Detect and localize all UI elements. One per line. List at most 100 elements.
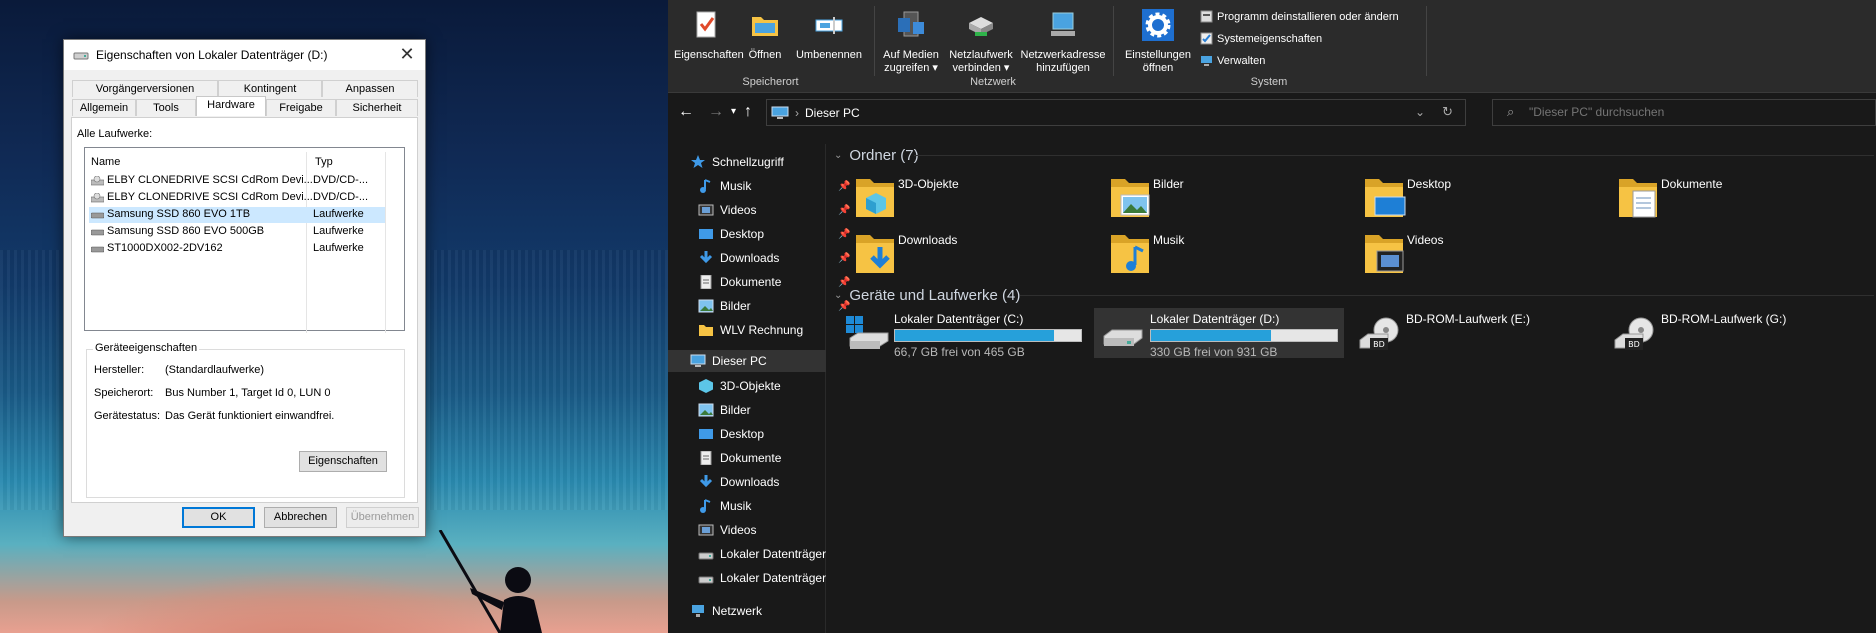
bd-rom-icon: BD [1614,317,1654,350]
nav-pc-downloads[interactable]: Downloads [698,471,779,493]
checkmark-icon [1200,32,1213,45]
column-separator[interactable] [385,152,386,333]
nav-quick-videos[interactable]: Videos 📌 [698,199,850,221]
drive-icon [698,576,714,584]
nav-pc-desktop[interactable]: Desktop [698,423,764,445]
open-button[interactable]: Öffnen [743,9,787,62]
recent-dropdown-icon[interactable]: ▾ [731,106,736,117]
address-path: Dieser PC [805,105,860,120]
open-folder-icon [752,17,778,36]
manage-button[interactable]: Verwalten [1200,54,1265,67]
folder-documents[interactable]: Dokumente [1615,173,1835,225]
drive-d[interactable]: Lokaler Datenträger (D:) 330 GB frei von… [1094,308,1344,359]
drive-icon [1103,329,1143,346]
list-header: Name Typ [85,152,386,333]
system-properties-button[interactable]: Systemeigenschaften [1200,32,1322,45]
apply-button[interactable]: Übernehmen [346,507,419,528]
tab-hardware[interactable]: Hardware [196,96,266,116]
folder-music[interactable]: Musik [1107,229,1327,281]
drive-list[interactable]: Name Typ ELBY CLONEDRIVE SCSI CdRom Devi… [84,147,405,333]
nav-quick-downloads[interactable]: Downloads 📌 [698,247,850,269]
status-value: Das Gerät funktioniert einwandfrei. [165,410,335,422]
refresh-icon[interactable]: ↻ [1442,104,1453,120]
this-pc-icon [690,354,706,367]
folder-3d-objects[interactable]: 3D-Objekte [852,173,1072,225]
bd-rom-icon: BD [1359,317,1399,350]
tab-customize[interactable]: Anpassen [322,80,418,97]
tab-security[interactable]: Sicherheit [336,99,418,116]
chevron-down-icon[interactable]: ⌄ [834,290,842,301]
nav-quick-desktop[interactable]: Desktop 📌 [698,223,850,245]
add-network-location-button[interactable]: Netzwerkadresse hinzufügen [1018,9,1108,75]
music-icon [700,499,711,513]
nav-pc-pictures[interactable]: Bilder [698,399,751,421]
media-access-button[interactable]: Auf Medien zugreifen ▾ [878,9,944,75]
drive-row-selected[interactable]: Samsung SSD 860 EVO 1TB Laufwerke [89,207,385,223]
column-name[interactable]: Name [91,156,120,168]
drive-row[interactable]: ELBY CLONEDRIVE SCSI CdRom Devi... DVD/C… [89,173,385,189]
tab-general[interactable]: Allgemein [72,99,136,116]
tab-previous-versions[interactable]: Vorgängerversionen [72,80,218,97]
tab-tools[interactable]: Tools [136,99,196,116]
back-arrow-icon[interactable]: ← [678,103,694,121]
forward-arrow-icon[interactable]: → [708,103,724,121]
map-network-drive-button[interactable]: Netzlaufwerk verbinden ▾ [945,9,1017,75]
chevron-down-icon[interactable]: ⌄ [1415,105,1425,119]
pictures-icon [698,403,714,417]
navigation-pane[interactable]: Schnellzugriff Musik 📌 Videos 📌 Desktop … [668,144,850,633]
nav-pc-music[interactable]: Musik [698,495,751,517]
drive-g[interactable]: BD BD-ROM-Laufwerk (G:) [1605,308,1855,358]
dialog-titlebar[interactable]: Eigenschaften von Lokaler Datenträger (D… [64,40,425,70]
nav-this-pc[interactable]: Dieser PC [668,350,826,372]
properties-button[interactable]: Eigenschaften [674,9,744,62]
ok-button[interactable]: OK [182,507,255,528]
drive-usage-bar [1150,329,1338,342]
search-box[interactable]: ⌕ [1492,99,1876,126]
download-icon [699,475,713,488]
folder-videos[interactable]: Videos [1361,229,1581,281]
nav-quick-access[interactable]: Schnellzugriff [690,151,784,173]
nav-quick-wlv-rechnung[interactable]: WLV Rechnung [698,319,803,341]
cancel-button[interactable]: Abbrechen [264,507,337,528]
nav-pc-local-disk-d[interactable]: Lokaler Datenträger [698,567,826,589]
nav-pc-documents[interactable]: Dokumente [698,447,781,469]
folder-pictures[interactable]: Bilder [1107,173,1327,225]
group-label: System [1250,76,1288,88]
folders-section-header[interactable]: ⌄ Ordner (7) [834,144,1874,166]
folder-desktop[interactable]: Desktop [1361,173,1581,225]
folder-downloads[interactable]: Downloads [852,229,1072,281]
network-location-icon [1051,12,1075,36]
video-icon [1365,235,1404,273]
nav-quick-music[interactable]: Musik 📌 [698,175,850,197]
column-type[interactable]: Typ [315,156,333,168]
cdrom-icon [91,193,104,203]
nav-quick-pictures[interactable]: Bilder 📌 [698,295,850,317]
nav-pc-local-disk-c[interactable]: Lokaler Datenträger [698,543,826,565]
tab-sharing[interactable]: Freigabe [266,99,336,116]
chevron-right-icon[interactable]: › [795,106,799,120]
nav-pc-3d-objects[interactable]: 3D-Objekte [698,375,781,397]
nav-network[interactable]: Netzwerk [690,600,762,622]
up-arrow-icon[interactable]: ↑ [744,103,752,121]
nav-quick-documents[interactable]: Dokumente 📌 [698,271,850,293]
search-input[interactable] [1529,105,1849,119]
device-properties-button[interactable]: Eigenschaften [299,451,387,472]
music-icon [700,179,711,193]
rename-button[interactable]: Umbenennen [792,9,866,62]
drive-row[interactable]: ST1000DX002-2DV162 Laufwerke [89,241,385,257]
open-settings-button[interactable]: Einstellungen öffnen [1119,9,1197,75]
uninstall-icon [1200,10,1213,23]
chevron-down-icon[interactable]: ⌄ [834,150,842,161]
tab-quota[interactable]: Kontingent [218,80,322,97]
close-icon[interactable]: ✕ [397,45,417,65]
drive-e[interactable]: BD BD-ROM-Laufwerk (E:) [1350,308,1600,358]
uninstall-program-button[interactable]: Programm deinstallieren oder ändern [1200,10,1399,23]
devices-section-header[interactable]: ⌄ Geräte und Laufwerke (4) [834,284,1874,306]
drive-c[interactable]: Lokaler Datenträger (C:) 66,7 GB frei vo… [838,308,1088,359]
ribbon-separator [1113,6,1114,76]
drive-row[interactable]: ELBY CLONEDRIVE SCSI CdRom Devi... DVD/C… [89,190,385,206]
drive-row[interactable]: Samsung SSD 860 EVO 500GB Laufwerke [89,224,385,240]
address-box[interactable]: › Dieser PC ⌄ ↻ [766,99,1466,126]
nav-pc-videos[interactable]: Videos [698,519,756,541]
media-server-icon [898,11,924,37]
